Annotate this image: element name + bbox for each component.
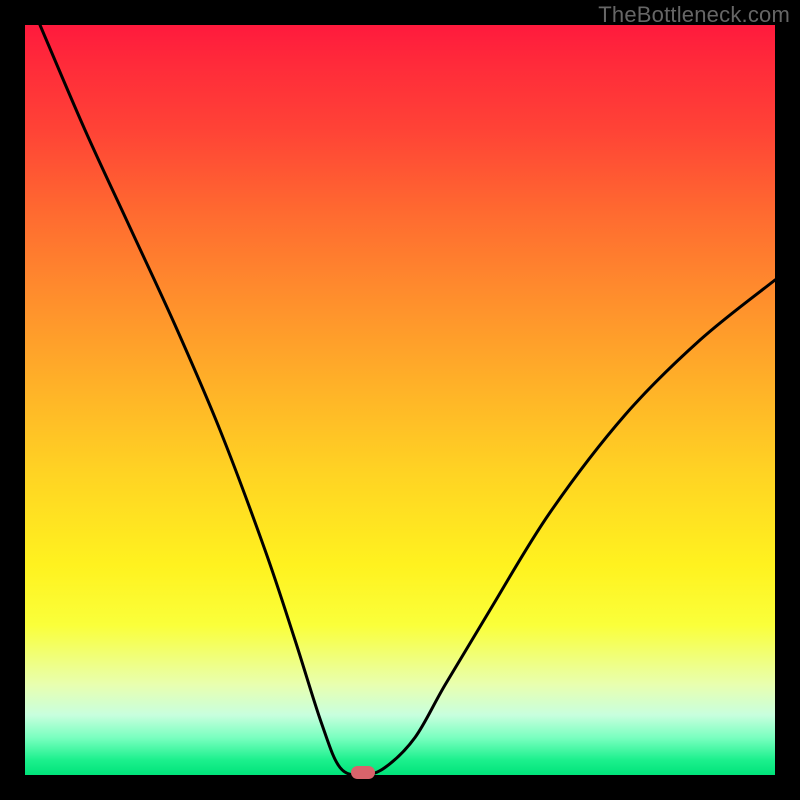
chart-frame: TheBottleneck.com [0,0,800,800]
curve-path [40,25,775,775]
minimum-marker [351,766,375,779]
watermark-label: TheBottleneck.com [598,2,790,28]
plot-area [25,25,775,775]
bottleneck-curve [25,25,775,775]
